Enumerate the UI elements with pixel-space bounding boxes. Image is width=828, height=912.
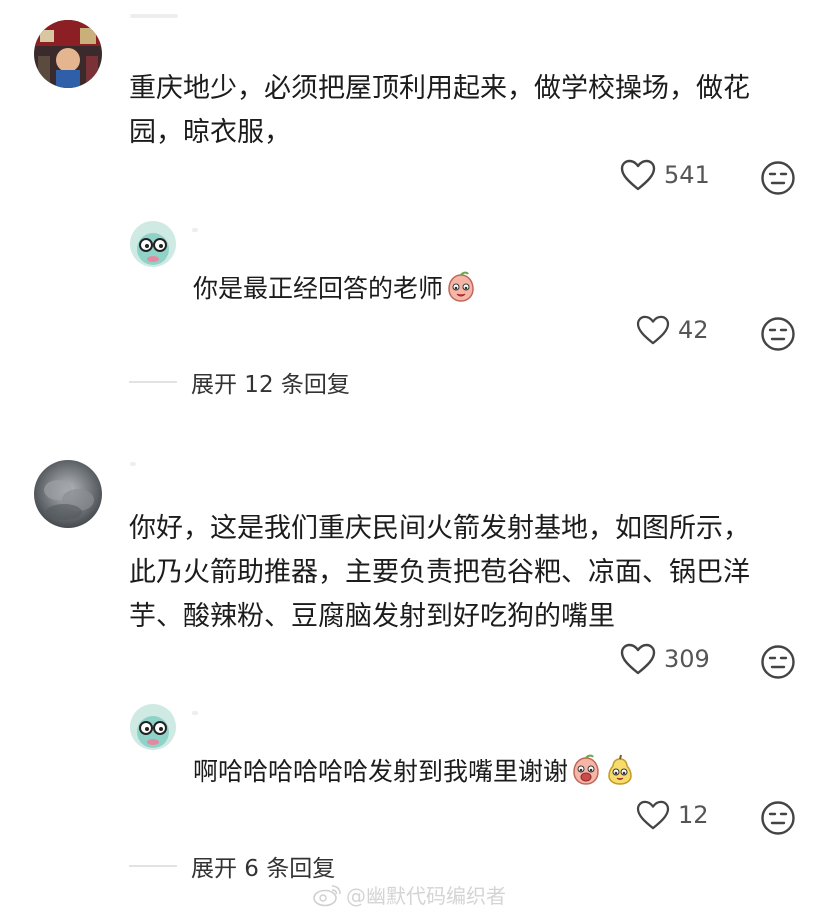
comment-1-text: 重庆地少，必须把屋顶利用起来，做学校操场，做花 园，晾衣服， [129, 67, 750, 155]
neutral-face-icon [761, 645, 795, 679]
weibo-logo-icon [313, 884, 341, 906]
expand-divider [129, 865, 177, 867]
heart-outline-icon [620, 159, 656, 191]
comment-1-like-count: 541 [664, 161, 710, 189]
neutral-face-icon [761, 317, 795, 351]
comment-1-expand-replies[interactable]: 展开 12 条回复 [129, 365, 350, 399]
comment-2-line-3: 芋、酸辣粉、豆腐脑发射到好吃狗的嘴里 [129, 601, 615, 632]
comment-2-line-2: 此乃火箭助推器，主要负责把苞谷粑、凉面、锅巴洋 [129, 557, 750, 588]
comment-2-expand-replies[interactable]: 展开 6 条回复 [129, 849, 335, 883]
reply-2-text: 啊哈哈哈哈哈哈发射到我嘴里谢谢 [193, 752, 636, 798]
reply-2-text-content: 啊哈哈哈哈哈哈发射到我嘴里谢谢 [193, 757, 569, 786]
comment-2-username-placeholder[interactable] [130, 462, 136, 466]
comment-1-line-2: 园，晾衣服， [129, 117, 291, 148]
reply-2-dislike-button[interactable] [760, 800, 796, 840]
watermark-text: @幽默代码编织者 [346, 884, 506, 908]
reply-1-dislike-button[interactable] [760, 316, 796, 356]
heart-outline-icon [636, 315, 670, 345]
watermark: @幽默代码编织者 [312, 880, 506, 909]
reply-1-like-button[interactable]: 42 [636, 315, 709, 345]
reply-1-like-count: 42 [678, 316, 709, 344]
comment-2-expand-label: 展开 6 条回复 [191, 856, 336, 882]
reply-2-username-placeholder[interactable] [192, 711, 198, 715]
neutral-face-icon [761, 801, 795, 835]
comment-2-like-button[interactable]: 309 [620, 643, 710, 675]
reply-1-avatar[interactable] [130, 221, 176, 267]
comment-1-expand-label: 展开 12 条回复 [191, 372, 350, 398]
comment-1-like-button[interactable]: 541 [620, 159, 710, 191]
comment-1-avatar[interactable] [34, 20, 102, 88]
comment-1-username-placeholder[interactable] [130, 14, 178, 18]
reply-1-text-content: 你是最正经回答的老师 [193, 274, 444, 303]
heart-outline-icon [636, 800, 670, 830]
comment-1-line-1: 重庆地少，必须把屋顶利用起来，做学校操场，做花 [129, 73, 750, 104]
expand-divider [129, 381, 177, 383]
reply-1-text: 你是最正经回答的老师 [193, 269, 477, 315]
peach-laugh-emoji-icon [570, 754, 602, 798]
comment-2-text: 你好，这是我们重庆民间火箭发射基地，如图所示， 此乃火箭助推器，主要负责把苞谷粑… [129, 507, 750, 639]
reply-1-username-placeholder[interactable] [192, 228, 198, 232]
comment-1-dislike-button[interactable] [760, 160, 796, 200]
pear-face-emoji-icon [604, 754, 636, 798]
reply-2-like-button[interactable]: 12 [636, 800, 709, 830]
heart-outline-icon [620, 643, 656, 675]
reply-2-like-count: 12 [678, 801, 709, 829]
reply-2-avatar[interactable] [130, 704, 176, 750]
comment-2-line-1: 你好，这是我们重庆民间火箭发射基地，如图所示， [129, 513, 750, 544]
comment-2-dislike-button[interactable] [760, 644, 796, 684]
comment-2-like-count: 309 [664, 645, 710, 673]
comment-2-avatar[interactable] [34, 460, 102, 528]
peach-face-emoji-icon [445, 271, 477, 315]
neutral-face-icon [761, 161, 795, 195]
